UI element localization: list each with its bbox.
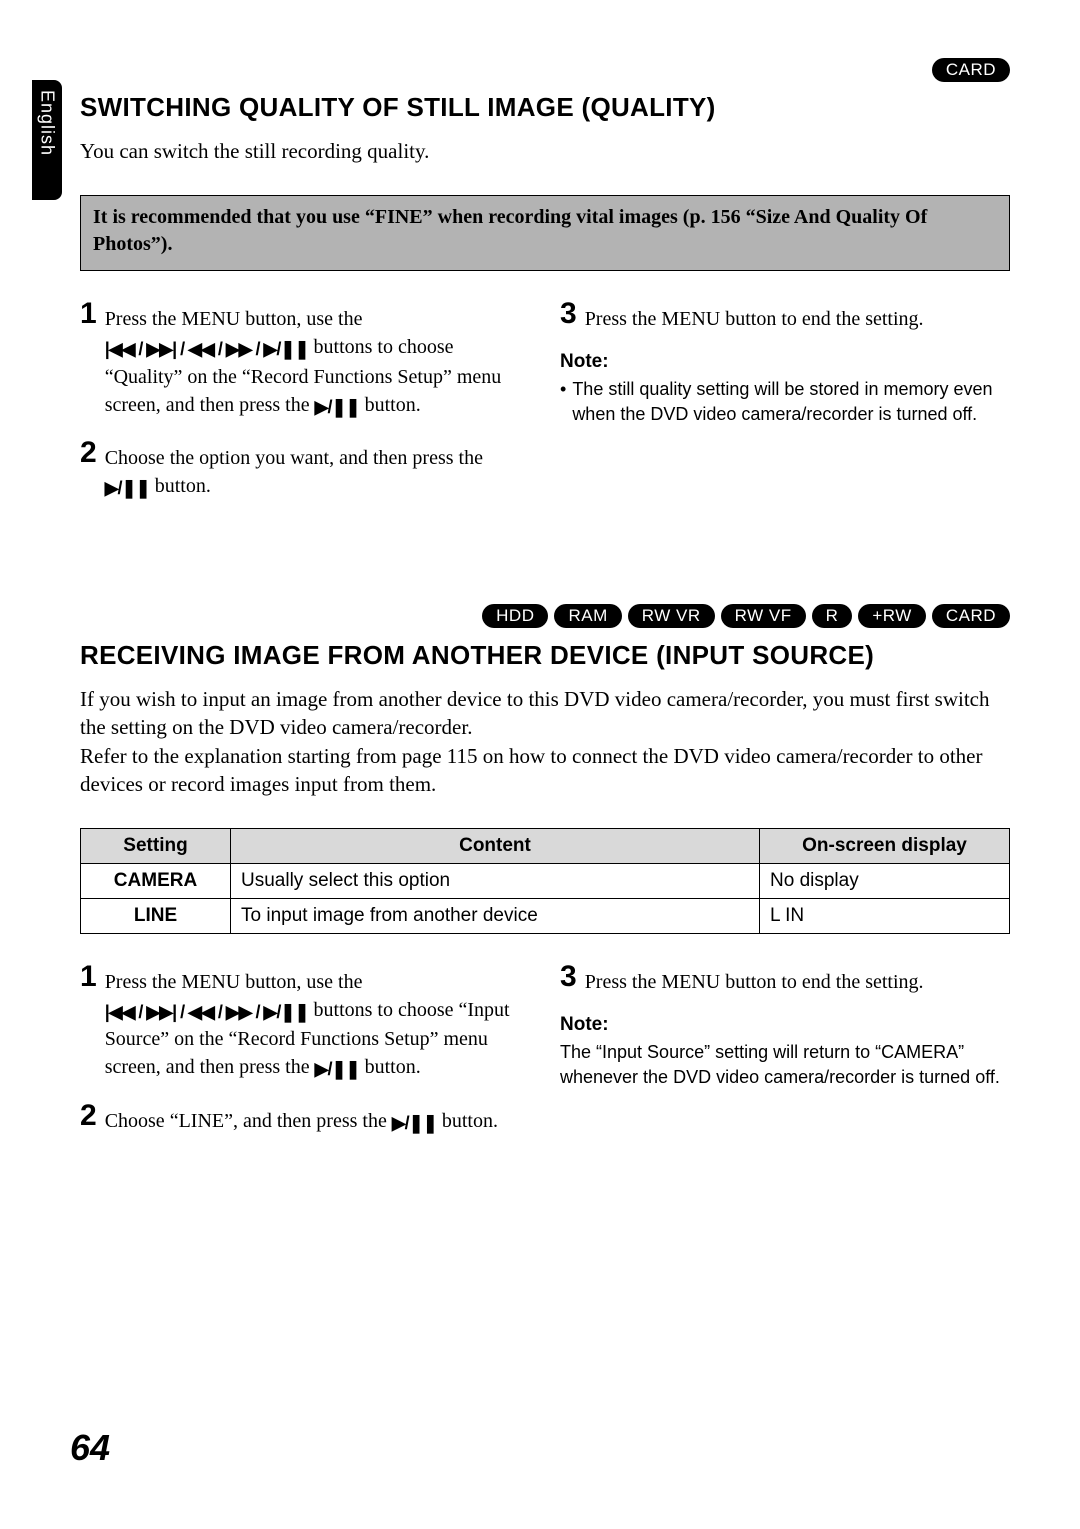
section1-step1: 1 Press the MENU button, use the |◀◀ / ▶… <box>80 299 530 419</box>
step-text: Press the MENU button, use the |◀◀ / ▶▶|… <box>105 299 530 419</box>
cell-display: L IN <box>760 899 1010 934</box>
table-header-row: Setting Content On-screen display <box>81 829 1010 864</box>
play-pause-icon: ▶/❚❚ <box>392 1111 437 1136</box>
badge-plus-rw: +RW <box>858 604 925 628</box>
step-number: 3 <box>560 962 577 992</box>
nav-buttons-icon: |◀◀ / ▶▶| / ◀◀ / ▶▶ / ▶/❚❚ <box>105 337 309 362</box>
page-content: CARD SWITCHING QUALITY OF STILL IMAGE (Q… <box>0 0 1080 1154</box>
section2-title: RECEIVING IMAGE FROM ANOTHER DEVICE (INP… <box>80 640 1010 671</box>
badge-rwvr: RW VR <box>628 604 715 628</box>
badge-r: R <box>812 604 853 628</box>
step1c-text: button. <box>360 394 421 416</box>
step-text: Press the MENU button, use the |◀◀ / ▶▶|… <box>105 962 530 1082</box>
section1-step3: 3 Press the MENU button to end the setti… <box>560 299 1010 333</box>
step-text: Press the MENU button to end the setting… <box>585 299 924 333</box>
section1-recommend-box: It is recommended that you use “FINE” wh… <box>80 195 1010 271</box>
section1-note: Note: • The still quality setting will b… <box>560 351 1010 426</box>
section2-step2: 2 Choose “LINE”, and then press the ▶/❚❚… <box>80 1101 530 1136</box>
note-text: The still quality setting will be stored… <box>572 377 1010 426</box>
step1a-text: Press the MENU button, use the <box>105 308 363 330</box>
section1-left-col: 1 Press the MENU button, use the |◀◀ / ▶… <box>80 299 530 519</box>
cell-setting: CAMERA <box>81 864 231 899</box>
settings-table: Setting Content On-screen display CAMERA… <box>80 828 1010 934</box>
section2-step1: 1 Press the MENU button, use the |◀◀ / ▶… <box>80 962 530 1082</box>
language-tab: English <box>32 80 62 200</box>
step2b-text: button. <box>437 1110 498 1132</box>
th-setting: Setting <box>81 829 231 864</box>
step-text: Choose “LINE”, and then press the ▶/❚❚ b… <box>105 1101 498 1136</box>
step2a-text: Choose “LINE”, and then press the <box>105 1110 392 1132</box>
step-text: Press the MENU button to end the setting… <box>585 962 924 996</box>
cell-setting: LINE <box>81 899 231 934</box>
note-label: Note: <box>560 351 1010 373</box>
th-display: On-screen display <box>760 829 1010 864</box>
note-body: The “Input Source” setting will return t… <box>560 1040 1010 1089</box>
section2-step3: 3 Press the MENU button to end the setti… <box>560 962 1010 996</box>
play-pause-icon: ▶/❚❚ <box>105 476 150 501</box>
step-number: 1 <box>80 962 97 992</box>
note-label: Note: <box>560 1014 1010 1036</box>
section1-right-col: 3 Press the MENU button to end the setti… <box>560 299 1010 519</box>
step-number: 2 <box>80 1101 97 1131</box>
th-content: Content <box>231 829 760 864</box>
step-text: Choose the option you want, and then pre… <box>105 438 530 501</box>
page-number: 64 <box>70 1427 110 1469</box>
cell-content: To input image from another device <box>231 899 760 934</box>
step1a-text: Press the MENU button, use the <box>105 971 363 993</box>
section1-intro: You can switch the still recording quali… <box>80 137 1010 165</box>
cell-display: No display <box>760 864 1010 899</box>
badge-ram: RAM <box>554 604 621 628</box>
section2-note: Note: The “Input Source” setting will re… <box>560 1014 1010 1089</box>
step-number: 1 <box>80 299 97 329</box>
play-pause-icon: ▶/❚❚ <box>315 395 360 420</box>
section1-columns: 1 Press the MENU button, use the |◀◀ / ▶… <box>80 299 1010 519</box>
step2b-text: button. <box>150 475 211 497</box>
badge-rwvf: RW VF <box>721 604 806 628</box>
section2-right-col: 3 Press the MENU button to end the setti… <box>560 962 1010 1154</box>
step1c-text: button. <box>360 1056 421 1078</box>
badge-card: CARD <box>932 58 1010 82</box>
note-text: The “Input Source” setting will return t… <box>560 1040 1010 1089</box>
play-pause-icon: ▶/❚❚ <box>315 1057 360 1082</box>
section1-title: SWITCHING QUALITY OF STILL IMAGE (QUALIT… <box>80 92 1010 123</box>
step-number: 2 <box>80 438 97 468</box>
language-label: English <box>37 90 58 156</box>
note-body: • The still quality setting will be stor… <box>560 377 1010 426</box>
table-row: LINE To input image from another device … <box>81 899 1010 934</box>
cell-content: Usually select this option <box>231 864 760 899</box>
section2-columns: 1 Press the MENU button, use the |◀◀ / ▶… <box>80 962 1010 1154</box>
step-number: 3 <box>560 299 577 329</box>
badge-card: CARD <box>932 604 1010 628</box>
badge-hdd: HDD <box>482 604 548 628</box>
nav-buttons-icon: |◀◀ / ▶▶| / ◀◀ / ▶▶ / ▶/❚❚ <box>105 1000 309 1025</box>
section1-step2: 2 Choose the option you want, and then p… <box>80 438 530 501</box>
section2-intro: If you wish to input an image from anoth… <box>80 685 1010 798</box>
section2-badge-row: HDD RAM RW VR RW VF R +RW CARD <box>80 604 1010 628</box>
table-row: CAMERA Usually select this option No dis… <box>81 864 1010 899</box>
step2a-text: Choose the option you want, and then pre… <box>105 447 483 469</box>
bullet-icon: • <box>560 377 566 426</box>
section2-left-col: 1 Press the MENU button, use the |◀◀ / ▶… <box>80 962 530 1154</box>
section1-badge-row: CARD <box>80 58 1010 82</box>
